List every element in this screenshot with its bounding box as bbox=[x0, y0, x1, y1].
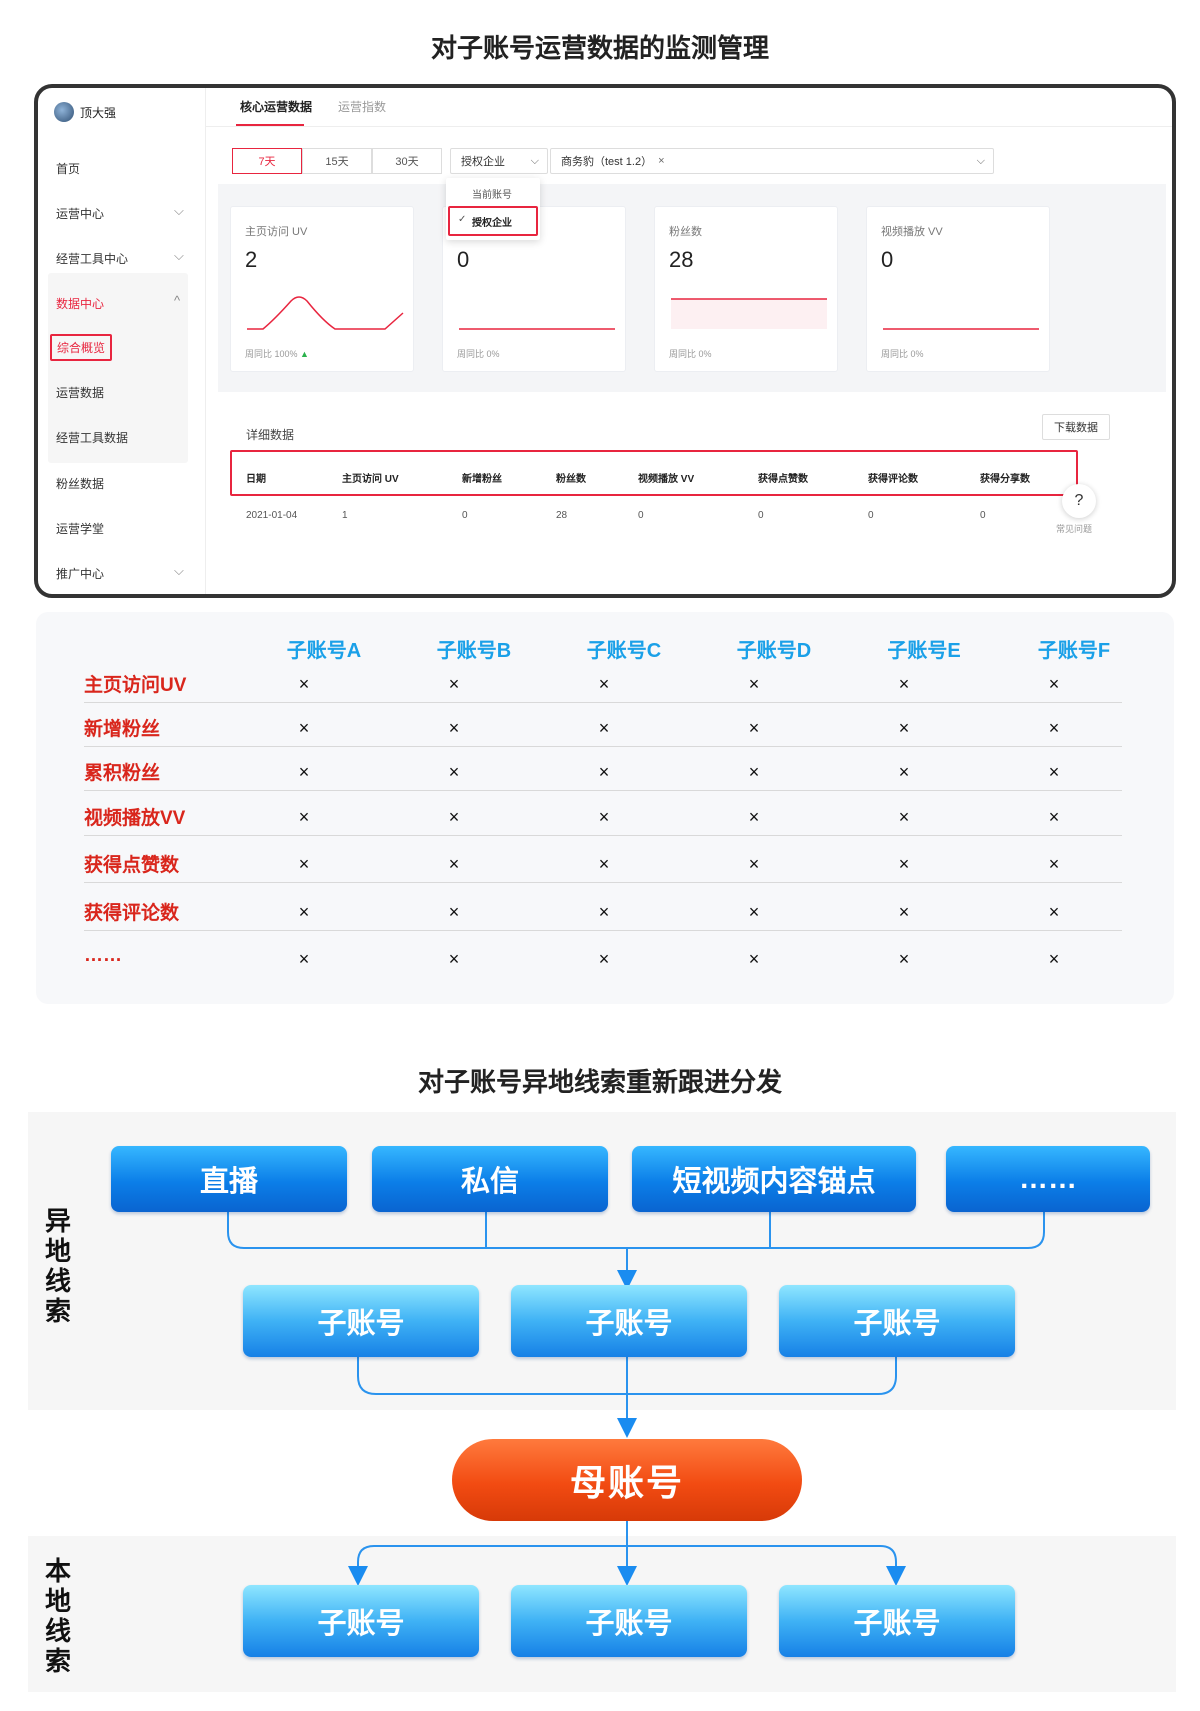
sub-account-node: 子账号 bbox=[511, 1585, 747, 1657]
sub-account-node: 子账号 bbox=[779, 1585, 1015, 1657]
sub-account-node: 子账号 bbox=[243, 1585, 479, 1657]
source-short-video: 短视频内容锚点 bbox=[632, 1146, 916, 1212]
source-dm: 私信 bbox=[372, 1146, 608, 1212]
mother-account-node: 母账号 bbox=[452, 1439, 802, 1521]
source-more: …… bbox=[946, 1146, 1150, 1212]
sub-account-node: 子账号 bbox=[511, 1285, 747, 1357]
sub-account-node: 子账号 bbox=[779, 1285, 1015, 1357]
sub-account-node: 子账号 bbox=[243, 1285, 479, 1357]
source-live: 直播 bbox=[111, 1146, 347, 1212]
